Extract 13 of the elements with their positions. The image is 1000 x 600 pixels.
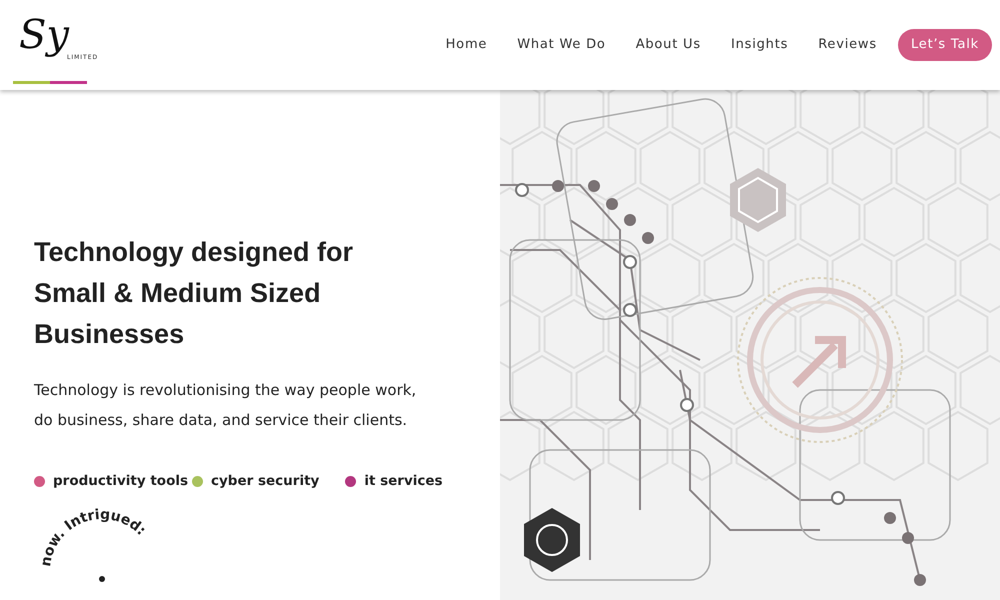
nav-link[interactable]: Reviews <box>803 35 892 55</box>
nav-link[interactable]: About Us <box>620 35 716 55</box>
hero-heading: Technology designed for Small & Medium Sized Businesses <box>34 236 354 351</box>
center-dot <box>99 576 105 582</box>
hero-description: Technology is revolutionising the way people work, do business, share data, and service their clients. <box>34 380 418 431</box>
lets-talk-button[interactable]: Let’s Talk <box>898 29 992 61</box>
nav-link[interactable]: What We Do <box>502 35 621 55</box>
tag-label: productivity tools <box>53 472 188 491</box>
tag-label: it services <box>364 472 443 491</box>
logo-monogram: Sy <box>19 15 69 55</box>
nav-link[interactable]: Home <box>430 35 502 55</box>
tag-label: cyber security <box>211 472 320 491</box>
nav-link[interactable]: Insights <box>716 35 804 55</box>
